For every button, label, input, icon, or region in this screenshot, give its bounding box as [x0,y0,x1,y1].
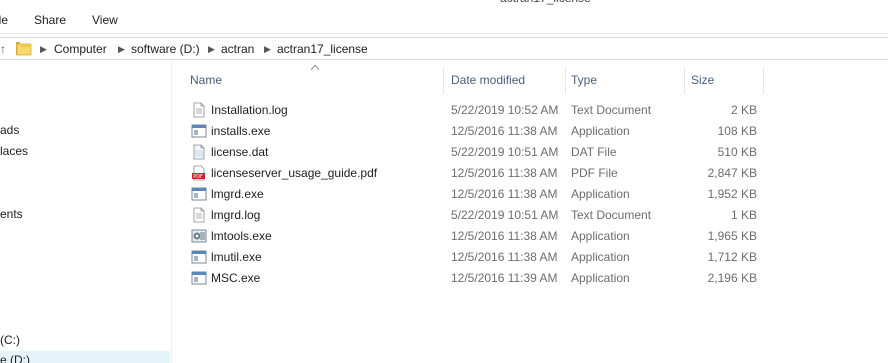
file-row[interactable]: lmgrd.log 5/22/2019 10:51 AM Text Document… [183,204,763,225]
file-name[interactable]: lmgrd.exe [211,187,264,201]
file-date-modified: 12/5/2016 11:38 AM [451,166,558,180]
file-size: 1,965 KB [707,229,757,243]
text-file-icon [191,102,207,118]
application-icon [191,270,207,286]
tab-file[interactable]: File [0,13,8,27]
file-date-modified: 12/5/2016 11:38 AM [451,250,558,264]
column-divider[interactable] [763,68,764,94]
file-row[interactable]: lmutil.exe 12/5/2016 11:38 AM Application 1… [183,246,763,267]
file-type: Application [571,187,630,201]
file-name[interactable]: lmtools.exe [211,229,272,243]
nav-item-drive-c[interactable]: (C:) [0,333,20,347]
column-header-name[interactable]: Name [190,73,222,87]
tab-view[interactable]: View [92,13,118,27]
file-date-modified: 12/5/2016 11:38 AM [451,229,558,243]
file-row[interactable]: lmtools.exe 12/5/2016 11:38 AM Application… [183,225,763,246]
window-title: actran17_license [500,0,591,5]
lmtools-icon [191,228,207,244]
file-type: Application [571,271,630,285]
address-bar[interactable]: ↑ ▶ Computer ▶ software (D:) ▶ actran ▶ … [0,37,888,60]
breadcrumb-software-d[interactable]: software (D:) [131,42,200,56]
file-date-modified: 5/22/2019 10:51 AM [451,208,559,222]
column-header-size[interactable]: Size [691,73,714,87]
file-size: 2 KB [730,103,757,117]
folder-icon [16,42,32,56]
nav-item-documents[interactable]: ents [0,207,23,221]
file-type: Text Document [571,103,652,117]
file-date-modified: 12/5/2016 11:39 AM [451,271,558,285]
file-date-modified: 12/5/2016 11:38 AM [451,187,558,201]
file-size: 510 KB [717,145,757,159]
nav-item-downloads[interactable]: ads [0,123,19,137]
column-divider[interactable] [684,68,685,94]
pdf-icon: PDF [191,165,207,181]
file-size: 2,847 KB [707,166,757,180]
column-header-date-modified[interactable]: Date modified [451,73,525,87]
column-divider[interactable] [443,68,444,94]
file-name[interactable]: installs.exe [211,124,270,138]
tab-share[interactable]: Share [34,13,66,27]
nav-item-drive-d[interactable]: e (D:) [0,351,170,363]
breadcrumb-actran17-license[interactable]: actran17_license [277,42,368,56]
application-icon [191,186,207,202]
chevron-right-icon[interactable]: ▶ [40,42,47,56]
file-type: Text Document [571,208,652,222]
file-date-modified: 5/22/2019 10:51 AM [451,145,559,159]
file-type: Application [571,229,630,243]
ribbon: File Share View [0,6,888,34]
file-size: 2,196 KB [707,271,757,285]
file-row[interactable]: license.dat 5/22/2019 10:51 AM DAT File 510… [183,141,763,162]
chevron-right-icon[interactable]: ▶ [208,42,215,56]
chevron-right-icon[interactable]: ▶ [264,42,271,56]
sort-up-icon [311,65,319,70]
file-name[interactable]: Installation.log [211,103,288,117]
file-row[interactable]: Installation.log 5/22/2019 10:52 AM Text D… [183,99,763,120]
up-arrow-icon[interactable]: ↑ [0,42,8,56]
text-file-icon [191,207,207,223]
application-icon [191,249,207,265]
file-date-modified: 5/22/2019 10:52 AM [451,103,559,117]
column-divider[interactable] [565,68,566,94]
nav-item-recent-places[interactable]: laces [0,144,28,158]
file-list: Name Date modified Type Size Installatio… [173,61,888,363]
file-row[interactable]: PDF licenseserver_usage_guide.pdf 12/5/201… [183,162,763,183]
breadcrumb-actran[interactable]: actran [221,42,254,56]
breadcrumb-computer[interactable]: Computer [54,42,107,56]
file-type: DAT File [571,145,617,159]
dat-file-icon [191,144,207,160]
chevron-right-icon[interactable]: ▶ [118,42,125,56]
navigation-pane: ads laces ents (C:) e (D:) [0,61,172,363]
file-size: 1,952 KB [707,187,757,201]
column-header-type[interactable]: Type [571,73,597,87]
file-size: 1,712 KB [707,250,757,264]
file-type: Application [571,124,630,138]
file-size: 1 KB [730,208,757,222]
file-type: PDF File [571,166,618,180]
file-date-modified: 12/5/2016 11:38 AM [451,124,558,138]
file-row[interactable]: installs.exe 12/5/2016 11:38 AM Applicatio… [183,120,763,141]
file-size: 108 KB [717,124,757,138]
file-name[interactable]: license.dat [211,145,268,159]
application-icon [191,123,207,139]
svg-text:PDF: PDF [193,174,203,180]
file-name[interactable]: lmgrd.log [211,208,260,222]
file-row[interactable]: MSC.exe 12/5/2016 11:39 AM Application 2,19… [183,267,763,288]
file-name[interactable]: lmutil.exe [211,250,262,264]
file-type: Application [571,250,630,264]
file-name[interactable]: MSC.exe [211,271,260,285]
file-name[interactable]: licenseserver_usage_guide.pdf [211,166,377,180]
file-row[interactable]: lmgrd.exe 12/5/2016 11:38 AM Application 1,… [183,183,763,204]
